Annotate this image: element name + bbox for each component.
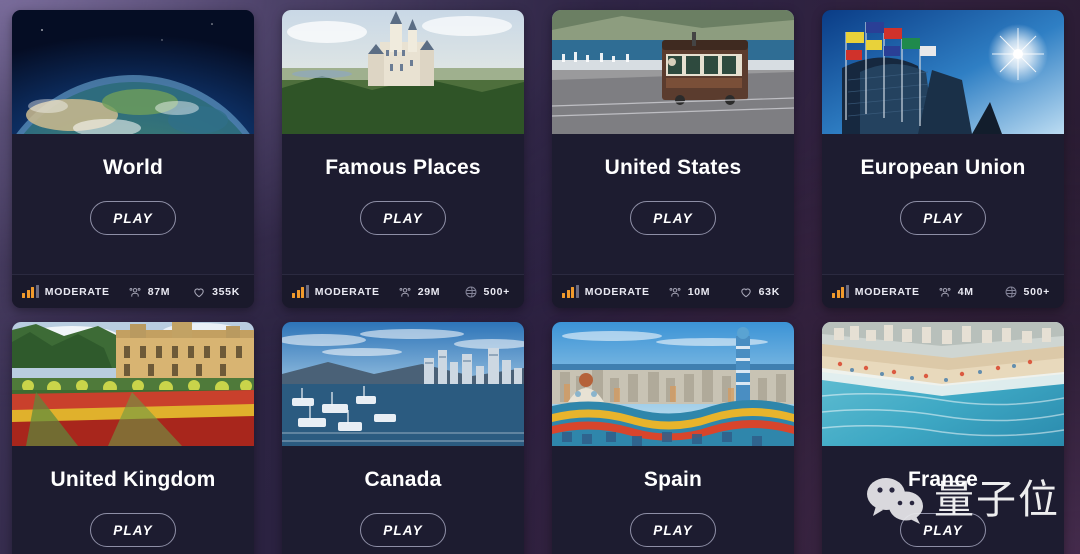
likes-count: 63K (758, 285, 780, 298)
difficulty-label: MODERATE (584, 285, 650, 298)
card-thumbnail-san-francisco-cable-car (552, 10, 794, 134)
card-body: Famous Places PLAY (282, 134, 524, 274)
players-count: 29M (417, 285, 441, 298)
signal-bars-icon (562, 285, 579, 298)
difficulty-stat: MODERATE (292, 285, 380, 298)
card-stats: MODERATE 4M 500+ (822, 274, 1064, 308)
players-stat: 10M (668, 285, 711, 299)
players-count: 10M (687, 285, 711, 298)
difficulty-stat: MODERATE (832, 285, 920, 298)
players-stat: 29M (398, 285, 441, 299)
players-count: 87M (147, 285, 171, 298)
game-card[interactable]: Famous Places PLAY MODERATE 29M 500+ (282, 10, 524, 308)
heart-icon (739, 285, 753, 299)
players-stat: 4M (938, 285, 974, 299)
card-title: Spain (643, 468, 703, 491)
likes-stat: 63K (739, 285, 784, 299)
card-thumbnail-vancouver-harbour (282, 322, 524, 446)
card-title: United States (604, 156, 742, 179)
signal-bars-icon (22, 285, 39, 298)
play-button[interactable]: PLAY (360, 513, 446, 548)
likes-stat: 500+ (464, 285, 514, 299)
difficulty-stat: MODERATE (562, 285, 650, 298)
card-thumbnail-waddesdon-manor-gardens (12, 322, 254, 446)
heart-icon (192, 285, 206, 299)
difficulty-stat: MODERATE (22, 285, 110, 298)
card-body: United Kingdom PLAY (12, 446, 254, 554)
players-icon (128, 285, 142, 299)
play-button[interactable]: PLAY (630, 513, 716, 548)
card-thumbnail-neuschwanstein-castle (282, 10, 524, 134)
difficulty-label: MODERATE (44, 285, 110, 298)
card-title: Canada (364, 468, 442, 491)
card-body: France PLAY (822, 446, 1064, 554)
likes-stat: 355K (192, 285, 244, 299)
card-title: World (102, 156, 164, 179)
play-button[interactable]: PLAY (90, 513, 176, 548)
likes-count: 355K (212, 285, 240, 298)
signal-bars-icon (832, 285, 849, 298)
players-icon (938, 285, 952, 299)
card-body: Canada PLAY (282, 446, 524, 554)
card-thumbnail-eu-parliament-flags (822, 10, 1064, 134)
difficulty-label: MODERATE (854, 285, 920, 298)
card-thumbnail-earth-from-space (12, 10, 254, 134)
play-button[interactable]: PLAY (900, 513, 986, 548)
game-card[interactable]: United Kingdom PLAY (12, 322, 254, 554)
likes-count: 500+ (483, 285, 510, 298)
play-button[interactable]: PLAY (630, 201, 716, 236)
card-stats: MODERATE 29M 500+ (282, 274, 524, 308)
game-card[interactable]: World PLAY MODERATE 87M 355K (12, 10, 254, 308)
players-stat: 87M (128, 285, 171, 299)
game-card-grid: World PLAY MODERATE 87M 355K Famous Plac… (0, 0, 1080, 554)
play-button[interactable]: PLAY (90, 201, 176, 236)
card-stats: MODERATE 10M 63K (552, 274, 794, 308)
card-body: World PLAY (12, 134, 254, 274)
card-thumbnail-nice-promenade-beach (822, 322, 1064, 446)
players-icon (398, 285, 412, 299)
game-card[interactable]: United States PLAY MODERATE 10M 63K (552, 10, 794, 308)
card-title: France (907, 468, 979, 491)
play-button[interactable]: PLAY (360, 201, 446, 236)
card-body: United States PLAY (552, 134, 794, 274)
card-title: Famous Places (325, 156, 481, 179)
card-body: European Union PLAY (822, 134, 1064, 274)
likes-stat: 500+ (1004, 285, 1054, 299)
card-body: Spain PLAY (552, 446, 794, 554)
game-card[interactable]: Canada PLAY (282, 322, 524, 554)
globe-icon (1004, 285, 1018, 299)
card-title: European Union (860, 156, 1026, 179)
game-card[interactable]: France PLAY (822, 322, 1064, 554)
card-thumbnail-park-guell-barcelona (552, 322, 794, 446)
card-title: United Kingdom (50, 468, 216, 491)
likes-count: 500+ (1023, 285, 1050, 298)
players-count: 4M (957, 285, 974, 298)
difficulty-label: MODERATE (314, 285, 380, 298)
players-icon (668, 285, 682, 299)
game-card[interactable]: Spain PLAY (552, 322, 794, 554)
card-stats: MODERATE 87M 355K (12, 274, 254, 308)
play-button[interactable]: PLAY (900, 201, 986, 236)
game-card[interactable]: European Union PLAY MODERATE 4M 500+ (822, 10, 1064, 308)
signal-bars-icon (292, 285, 309, 298)
globe-icon (464, 285, 478, 299)
